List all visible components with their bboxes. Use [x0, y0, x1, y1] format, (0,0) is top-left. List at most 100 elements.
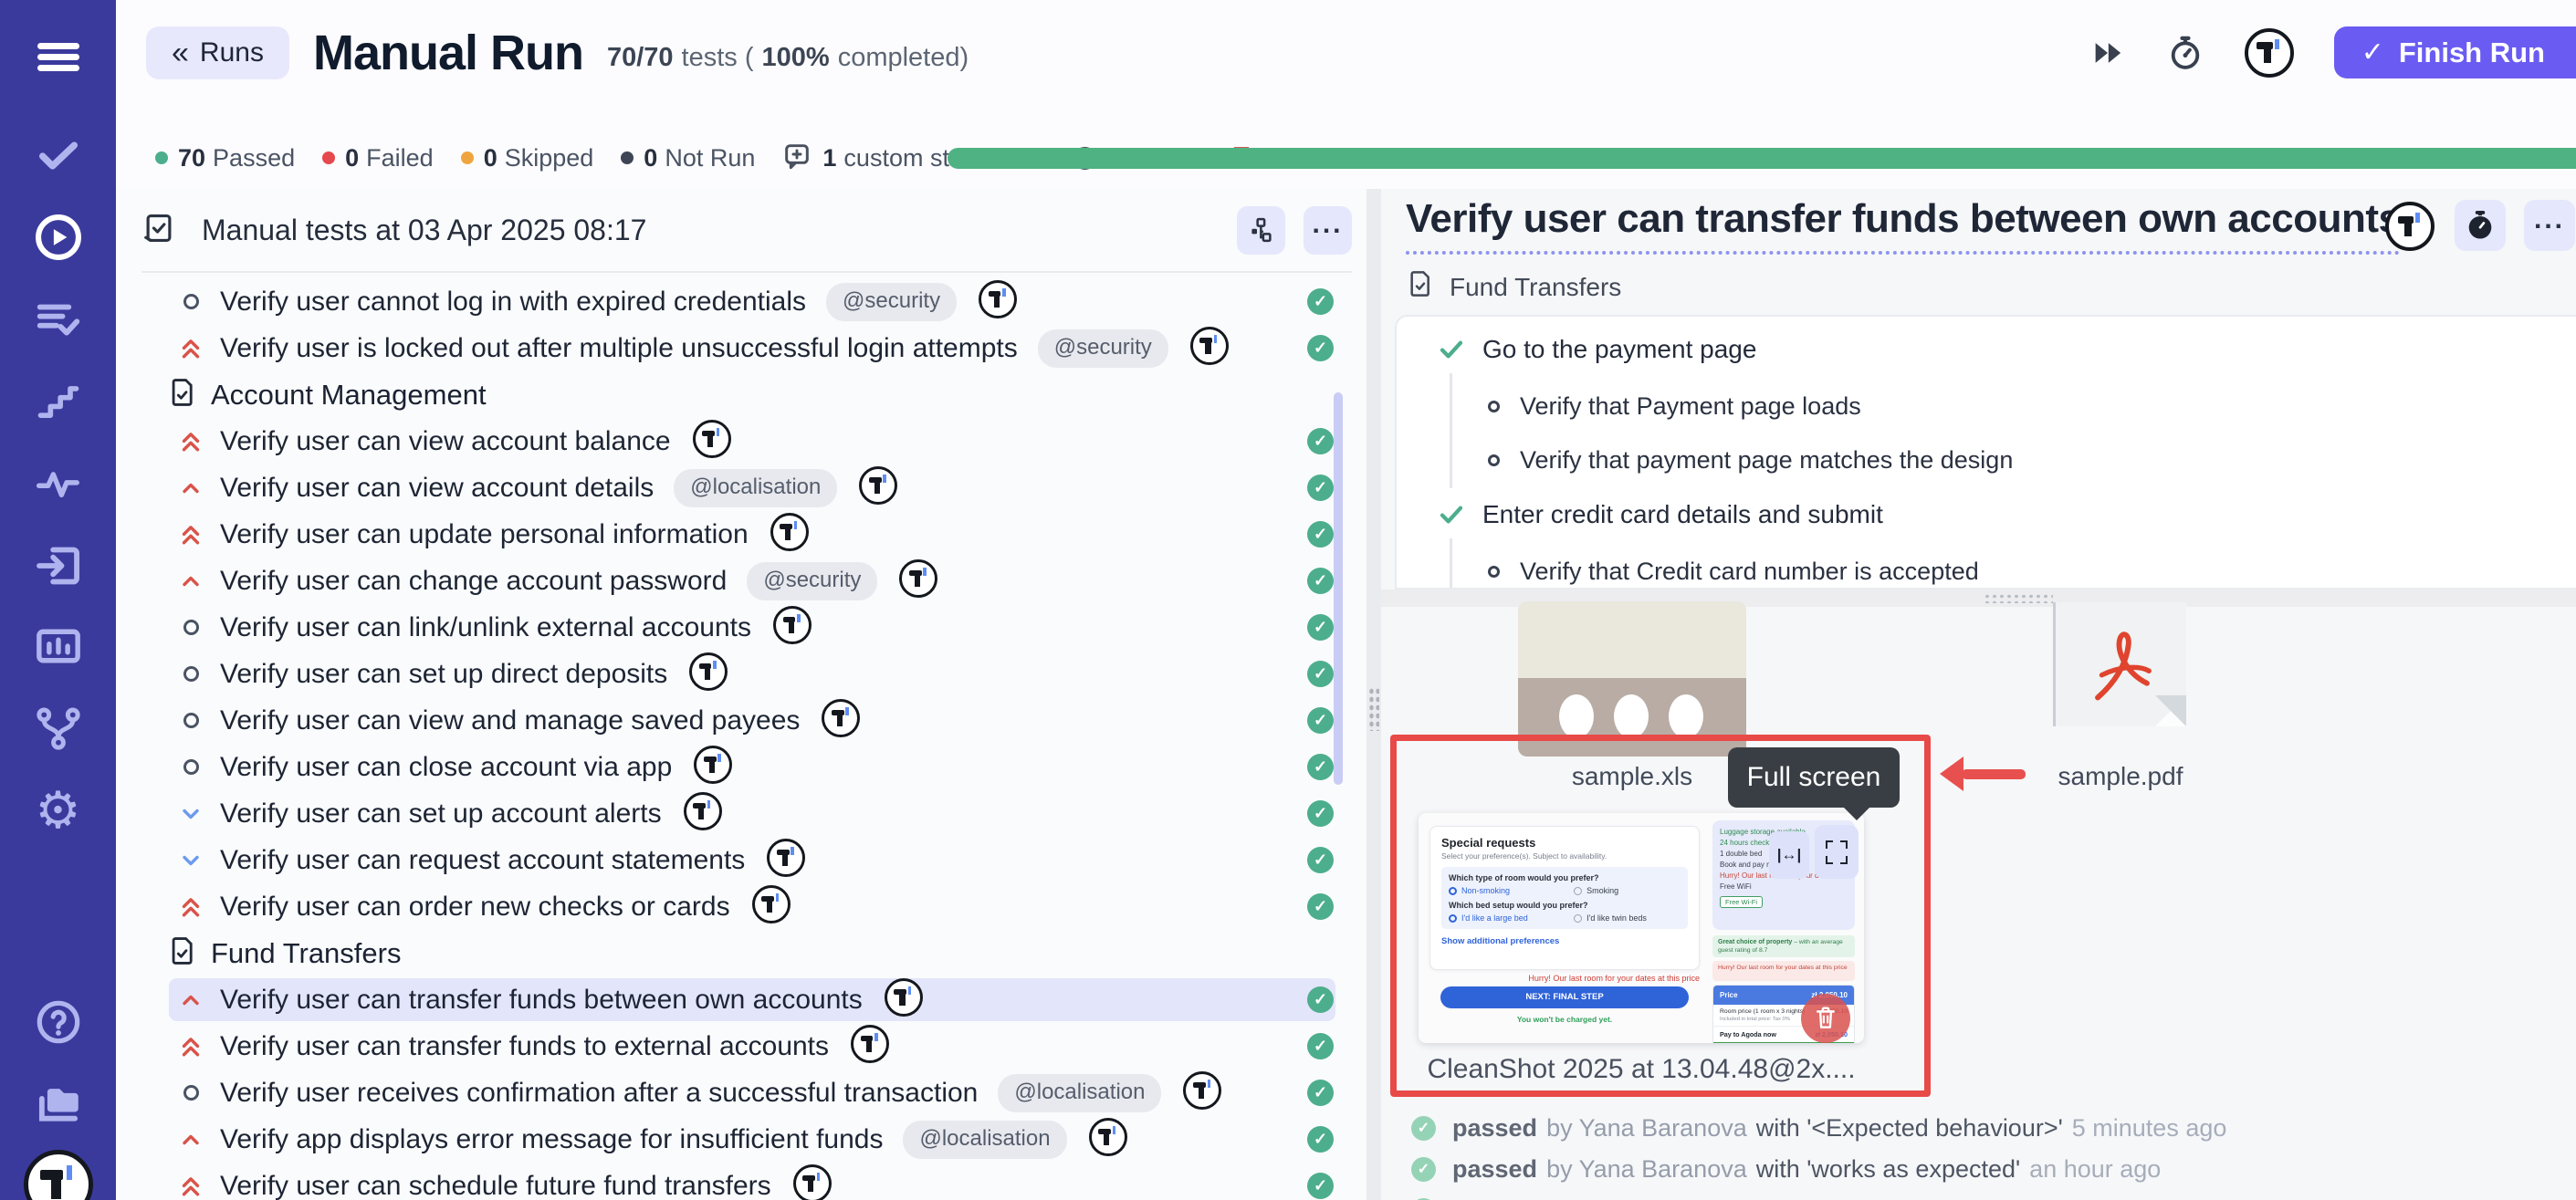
status-passed-icon[interactable]: ✓ — [1307, 893, 1334, 920]
sidebar-item-milestones[interactable] — [0, 369, 116, 434]
sidebar-item-settings[interactable]: ⚙ — [0, 777, 116, 843]
test-row[interactable]: Verify user can view and manage saved pa… — [116, 697, 1367, 744]
qase-repo-icon — [979, 280, 1017, 323]
finish-run-button[interactable]: ✓ Finish Run — [2334, 26, 2576, 78]
priority-normal-icon — [176, 294, 205, 309]
test-step: Go to the payment pageVerify that Paymen… — [1437, 335, 2558, 475]
qase-repo-icon — [693, 420, 731, 463]
clipboard-check-icon — [141, 211, 176, 250]
test-row[interactable]: Verify user can view account balance✓ — [116, 418, 1367, 464]
stat-passed[interactable]: 70Passed — [155, 144, 295, 172]
qase-repo-icon — [1183, 1071, 1221, 1114]
status-passed-icon[interactable]: ✓ — [1307, 986, 1334, 1013]
result-history-row: ✓passedby Yana Baranovawith '<Expected b… — [1411, 1115, 2226, 1141]
suite-name: Fund Transfers — [1450, 273, 1621, 302]
stat-failed[interactable]: 0Failed — [322, 144, 434, 172]
stopwatch-icon[interactable] — [2166, 34, 2204, 72]
full-screen-tooltip: Full screen — [1728, 747, 1900, 808]
status-passed-icon[interactable]: ✓ — [1307, 1173, 1334, 1199]
test-detail-panel: Verify user can transfer funds between o… — [1381, 189, 2576, 1200]
tag-badge: @localisation — [674, 469, 837, 507]
status-passed-icon[interactable]: ✓ — [1307, 475, 1334, 501]
priority-normal-icon — [176, 713, 205, 728]
sidebar-item-traceability[interactable] — [0, 695, 116, 761]
qase-repo-icon — [773, 606, 812, 649]
status-passed-icon[interactable]: ✓ — [1307, 661, 1334, 687]
sidebar-item-activity[interactable] — [0, 451, 116, 517]
status-passed-icon[interactable]: ✓ — [1307, 707, 1334, 734]
test-row[interactable]: Verify user can transfer funds to extern… — [116, 1023, 1367, 1070]
status-passed-icon[interactable]: ✓ — [1307, 428, 1334, 454]
stat-skipped[interactable]: 0Skipped — [461, 144, 594, 172]
steps-card: Go to the payment pageVerify that Paymen… — [1395, 315, 2576, 590]
folder-icon — [32, 1078, 85, 1131]
test-list-scrollbar[interactable] — [1334, 392, 1343, 785]
suite-breadcrumb[interactable]: Fund Transfers — [1406, 269, 1621, 305]
test-row[interactable]: Verify user can set up account alerts✓ — [116, 790, 1367, 837]
test-list-panel: Manual tests at 03 Apr 2025 08:17 ... Ve… — [116, 189, 1367, 1200]
menu-icon[interactable] — [0, 24, 116, 89]
attachment-pdf-thumbnail[interactable] — [2053, 602, 2186, 726]
back-to-runs-button[interactable]: « Runs — [146, 26, 289, 79]
priority-normal-icon — [176, 620, 205, 635]
attachment-pdf-name[interactable]: sample.pdf — [2020, 762, 2221, 791]
qase-repo-icon — [770, 513, 809, 556]
sidebar-item-help[interactable] — [0, 989, 116, 1055]
status-passed-icon[interactable]: ✓ — [1307, 1126, 1334, 1153]
status-passed-icon[interactable]: ✓ — [1307, 847, 1334, 873]
status-passed-icon[interactable]: ✓ — [1307, 335, 1334, 361]
status-passed-icon[interactable]: ✓ — [1307, 800, 1334, 827]
test-row[interactable]: Verify user can order new checks or card… — [116, 883, 1367, 930]
group-by-suite-button[interactable] — [1237, 206, 1285, 255]
test-row[interactable]: Verify user can link/unlink external acc… — [116, 604, 1367, 651]
test-row[interactable]: Verify user can update personal informat… — [116, 511, 1367, 558]
double-chevron-left-icon: « — [172, 36, 189, 71]
message-plus-icon — [782, 141, 812, 175]
fast-forward-icon[interactable] — [2089, 35, 2126, 71]
test-row[interactable]: Verify user can request account statemen… — [116, 837, 1367, 883]
qase-repo-icon — [767, 839, 805, 882]
test-detail-title[interactable]: Verify user can transfer funds between o… — [1406, 196, 2400, 255]
test-row[interactable]: Verify user can close account via app✓ — [116, 744, 1367, 790]
panel-resize-handle[interactable] — [1367, 189, 1381, 1200]
status-passed-icon[interactable]: ✓ — [1307, 568, 1334, 594]
test-row[interactable]: Verify app displays error message for in… — [116, 1116, 1367, 1163]
status-passed-icon[interactable]: ✓ — [1307, 754, 1334, 780]
test-row[interactable]: Verify user can change account password@… — [116, 558, 1367, 604]
sidebar-item-integrations[interactable] — [0, 533, 116, 599]
drag-dots — [1984, 593, 2053, 603]
status-passed-icon[interactable]: ✓ — [1307, 521, 1334, 548]
list-more-button[interactable]: ... — [1304, 206, 1352, 255]
status-passed-icon[interactable]: ✓ — [1307, 1033, 1334, 1059]
detail-more-button[interactable]: ... — [2524, 200, 2575, 251]
test-row[interactable]: Verify user can schedule future fund tra… — [116, 1163, 1367, 1200]
test-row[interactable]: Verify user receives confirmation after … — [116, 1070, 1367, 1116]
sidebar-item-tests[interactable] — [0, 122, 116, 188]
attachment-xls-thumbnail[interactable] — [1518, 601, 1746, 757]
test-row[interactable]: Verify user can set up direct deposits✓ — [116, 651, 1367, 697]
status-passed-icon[interactable]: ✓ — [1307, 288, 1334, 315]
completed-word: completed) — [838, 43, 969, 73]
sidebar-item-test-plans[interactable] — [0, 287, 116, 352]
document-check-icon — [167, 935, 198, 971]
status-passed-icon[interactable]: ✓ — [1307, 614, 1334, 641]
test-row[interactable]: Verify user cannot log in with expired c… — [116, 278, 1367, 325]
stat-notrun[interactable]: 0Not Run — [621, 144, 755, 172]
qase-repo-icon — [899, 559, 937, 602]
priority-highest-icon — [176, 521, 205, 548]
attachment-xls-name[interactable]: sample.xls — [1518, 762, 1746, 791]
steps-icon — [35, 378, 82, 425]
test-row[interactable]: Verify user is locked out after multiple… — [116, 325, 1367, 371]
sidebar-item-runs[interactable] — [0, 204, 116, 270]
attachment-screenshot-thumbnail[interactable]: Special requests Select your preference(… — [1419, 813, 1864, 1043]
preview-link: Show additional preferences — [1441, 936, 1688, 946]
timer-button[interactable] — [2455, 200, 2506, 251]
test-row[interactable]: Verify user can transfer funds between o… — [116, 976, 1367, 1023]
status-passed-icon[interactable]: ✓ — [1307, 1080, 1334, 1106]
adobe-pdf-icon — [2081, 615, 2163, 706]
test-row[interactable]: Verify user can view account details@loc… — [116, 464, 1367, 511]
attachment-screenshot-name[interactable]: CleanShot 2025 at 13.04.48@2x.... — [1419, 1054, 1864, 1085]
completed-pct: 100% — [762, 43, 830, 73]
sidebar-item-documents[interactable] — [0, 1071, 116, 1137]
sidebar-item-reports[interactable] — [0, 613, 116, 679]
